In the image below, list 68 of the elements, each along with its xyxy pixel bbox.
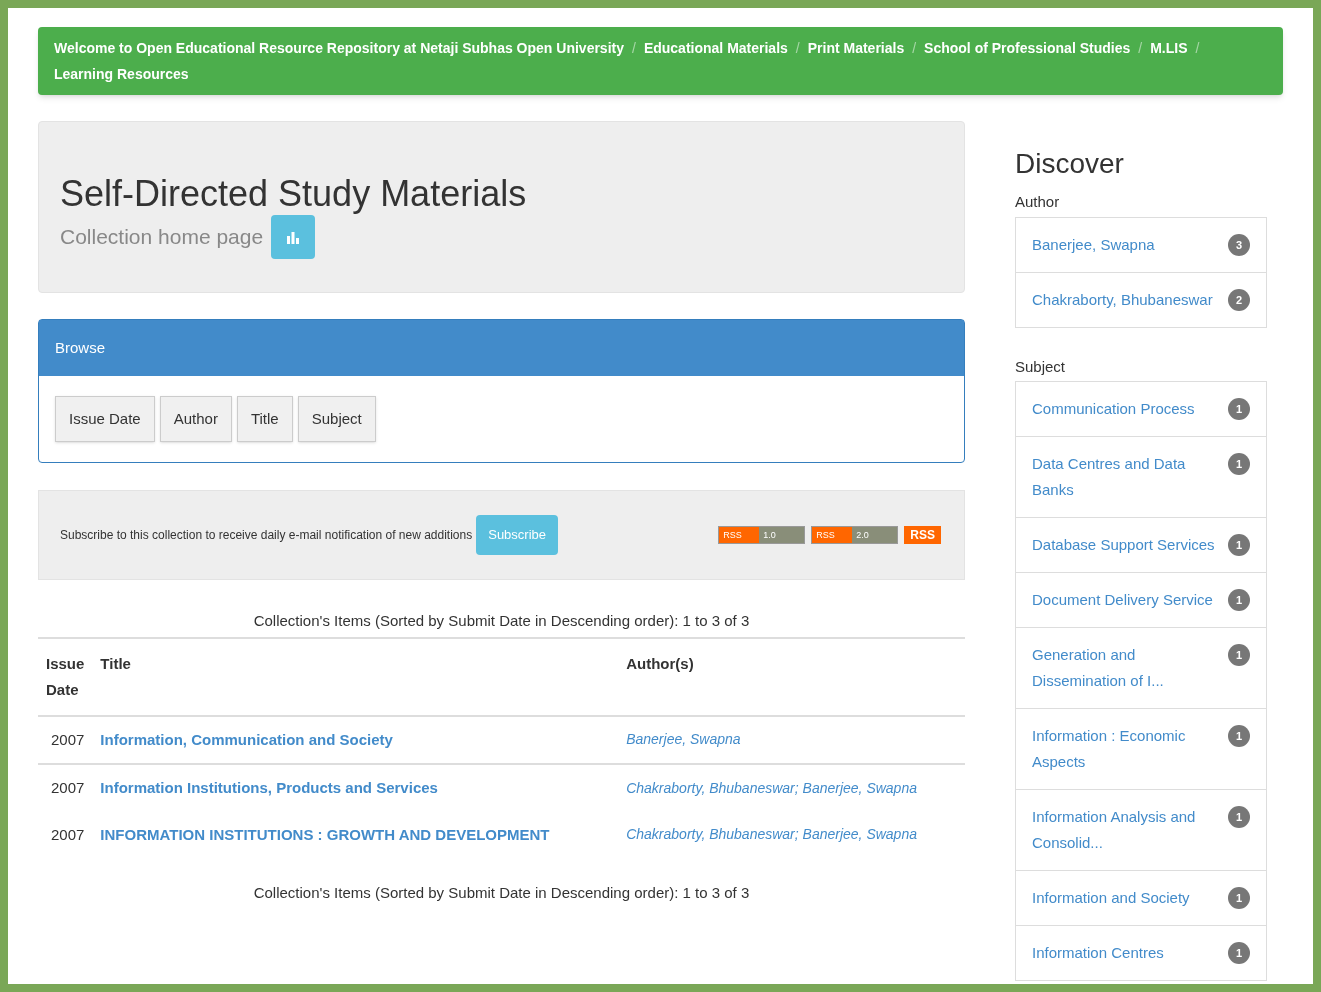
facet-item[interactable]: Banerjee, Swapna 3 <box>1015 216 1267 273</box>
breadcrumb-separator: / <box>912 39 917 58</box>
count-badge: 1 <box>1228 806 1250 828</box>
item-title-link[interactable]: Information Institutions, Products and Services <box>100 779 438 796</box>
breadcrumb-link[interactable]: Print Materials <box>807 35 905 61</box>
panel-title: Browse <box>39 320 964 376</box>
author-link[interactable]: Banerjee, Swapna <box>802 779 917 796</box>
rss-feed-badge[interactable]: RSS 2.0 <box>811 526 899 544</box>
date-cell: 2007 <box>38 715 93 764</box>
facet-item[interactable]: Information : Economic Aspects 1 <box>1015 708 1267 790</box>
facet-item[interactable]: Database Support Services 1 <box>1015 517 1267 573</box>
count-badge: 2 <box>1228 288 1250 311</box>
statistics-button[interactable] <box>271 215 316 259</box>
count-badge: 1 <box>1228 589 1250 611</box>
count-badge: 1 <box>1228 534 1250 556</box>
author-separator: ; <box>794 779 800 796</box>
column-header: Title <box>92 637 619 716</box>
author-link[interactable]: Chakraborty, Bhubaneswar <box>626 779 795 796</box>
item-title-link[interactable]: INFORMATION INSTITUTIONS : GROWTH AND DEVELOPMENT <box>100 825 550 843</box>
subscribe-text: Subscribe to this collection to receive daily e-mail notification of new additions <box>60 527 473 544</box>
count-badge: 1 <box>1228 644 1250 666</box>
count-badge: 3 <box>1228 233 1250 256</box>
browse-button[interactable]: Issue Date <box>55 396 155 442</box>
count-badge: 1 <box>1228 453 1250 475</box>
breadcrumb-separator: / <box>795 39 800 58</box>
rss-feed-badge[interactable]: RSS <box>904 526 941 544</box>
breadcrumb-link[interactable]: M.LIS <box>1150 35 1188 61</box>
author-link[interactable]: Banerjee, Swapna <box>802 826 917 843</box>
date-cell: 2007 <box>38 764 93 812</box>
facet-heading: Subject <box>1015 356 1067 377</box>
breadcrumb-separator: / <box>1138 39 1143 58</box>
discover-heading: Discover <box>1015 147 1125 181</box>
collection-subtitle: Collection home page <box>60 224 264 250</box>
rss-feed-badge[interactable]: RSS 1.0 <box>718 526 806 544</box>
item-title-link[interactable]: Information, Communication and Society <box>100 730 393 748</box>
date-cell-text: 2007 <box>50 824 86 845</box>
collection-title: Self-Directed Study Materials <box>60 174 527 214</box>
breadcrumb-separator: / <box>632 39 636 58</box>
facet-item[interactable]: Information and Society 1 <box>1015 870 1267 926</box>
facet-item[interactable]: Information Analysis and Consolid... 1 <box>1015 789 1267 871</box>
facet-item[interactable]: Chakraborty, Bhubaneswar 2 <box>1015 271 1267 328</box>
breadcrumb-link[interactable]: Learning Resources <box>54 61 189 87</box>
breadcrumb-link[interactable]: Welcome to Open Educational Resource Repository at Netaji Subhas Open University <box>54 35 624 61</box>
table-caption: Collection's Items (Sorted by Submit Date in Descending order): 1 to 3 of 3 <box>252 883 751 903</box>
author-link[interactable]: Chakraborty, Bhubaneswar <box>626 826 795 843</box>
browse-button[interactable]: Author <box>159 396 232 442</box>
breadcrumb-link[interactable]: Educational Materials <box>643 35 788 61</box>
author-link[interactable]: Banerjee, Swapna <box>626 731 741 748</box>
facet-item[interactable]: Generation and Dissemination of I... 1 <box>1015 627 1267 709</box>
facet-item[interactable]: Information Centres 1 <box>1015 925 1267 981</box>
subscribe-button[interactable]: Subscribe <box>476 515 559 555</box>
facet-item[interactable]: Data Centres and Data Banks 1 <box>1015 436 1267 518</box>
breadcrumb-separator: / <box>1195 39 1200 58</box>
count-badge: 1 <box>1228 725 1250 747</box>
count-badge: 1 <box>1228 942 1250 964</box>
facet-item[interactable]: Communication Process 1 <box>1015 381 1267 437</box>
facet-item[interactable]: Document Delivery Service 1 <box>1015 572 1267 628</box>
author-separator: ; <box>794 826 800 843</box>
count-badge: 1 <box>1228 887 1250 909</box>
bar-chart-icon <box>285 230 302 244</box>
browse-button[interactable]: Subject <box>297 396 376 442</box>
breadcrumb-link[interactable]: School of Professional Studies <box>924 35 1131 61</box>
browse-button[interactable]: Title <box>236 396 293 442</box>
table-caption: Collection's Items (Sorted by Submit Date in Descending order): 1 to 3 of 3 <box>252 611 751 631</box>
column-header: Author(s) <box>618 637 965 716</box>
column-header: Issue Date <box>38 637 93 716</box>
count-badge: 1 <box>1228 398 1250 420</box>
facet-heading: Author <box>1015 192 1061 212</box>
